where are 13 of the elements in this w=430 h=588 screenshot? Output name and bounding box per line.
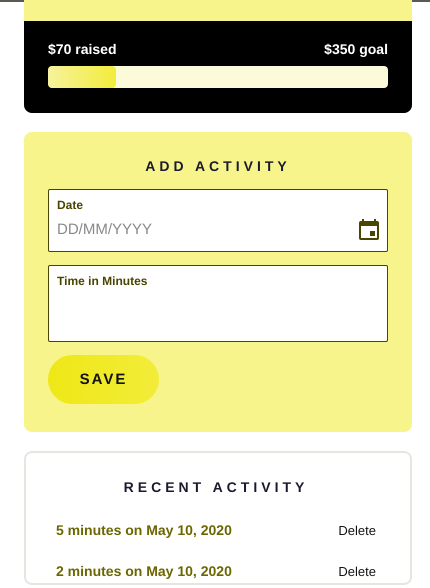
minutes-field[interactable]: Time in Minutes	[48, 265, 388, 342]
section-title: ADD ACTIVITY	[144, 158, 292, 174]
activity-entry: 5 minutes on May 10, 2020	[56, 522, 232, 538]
raised-amount: $70 raised	[48, 41, 116, 57]
calendar-icon[interactable]	[359, 218, 379, 240]
section-title: RECENT ACTIVITY	[122, 479, 310, 495]
goal-amount: $350 goal	[324, 41, 388, 57]
save-button[interactable]: SAVE	[48, 355, 159, 404]
activity-entry: 2 minutes on May 10, 2020	[56, 563, 232, 579]
date-field[interactable]: Date DD/MM/YYYY	[48, 189, 388, 252]
date-input[interactable]: DD/MM/YYYY	[57, 220, 359, 238]
delete-button[interactable]: Delete	[338, 564, 376, 578]
delete-button[interactable]: Delete	[338, 522, 376, 538]
